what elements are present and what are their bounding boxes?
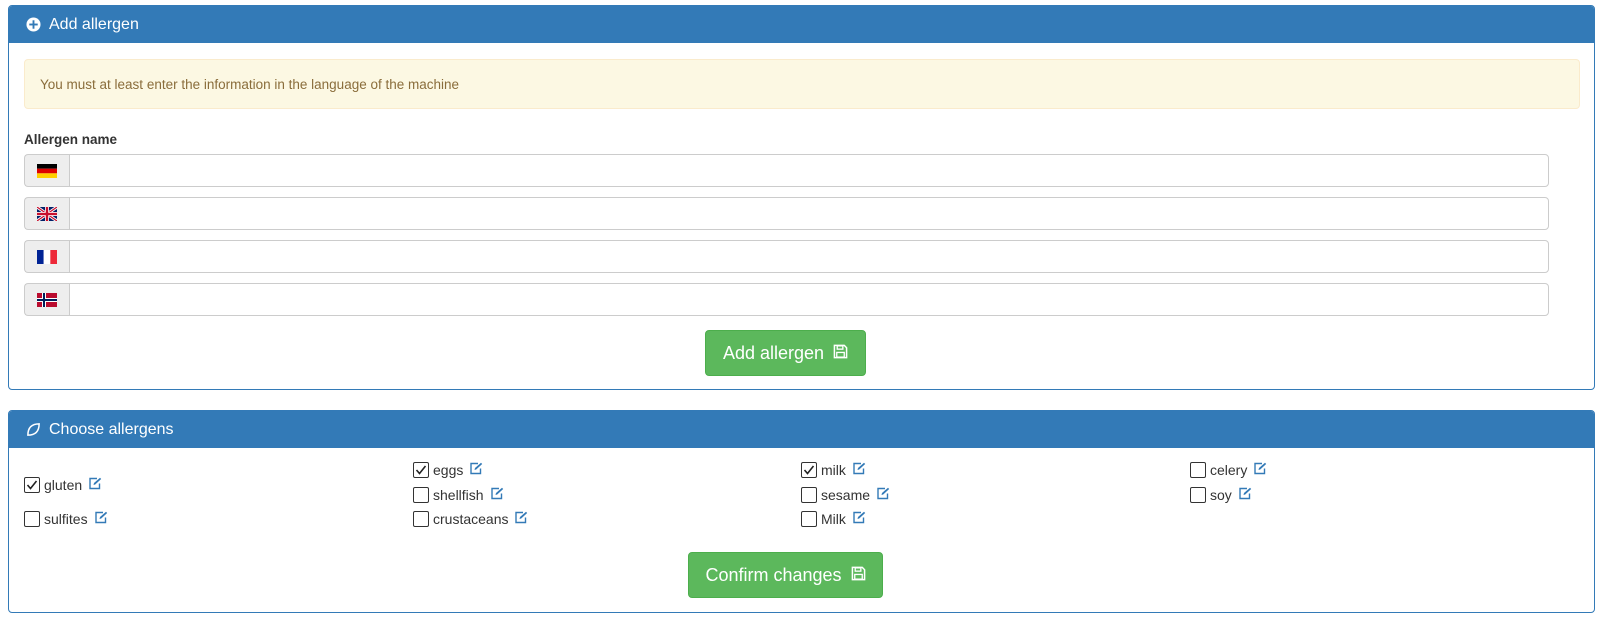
- language-warning-alert: You must at least enter the information …: [24, 59, 1580, 109]
- allergen-checkbox-crustaceans[interactable]: [413, 511, 429, 527]
- edit-icon[interactable]: [469, 462, 483, 478]
- edit-icon[interactable]: [876, 487, 890, 503]
- allergen-label-eggs: eggs: [433, 462, 464, 478]
- allergen-name-fr-group: [24, 240, 1549, 273]
- allergen-name-de-input[interactable]: [69, 154, 1549, 187]
- allergen-name-de-group: [24, 154, 1549, 187]
- allergen-item-sesame[interactable]: sesame: [801, 486, 890, 504]
- leaf-icon: [26, 422, 41, 437]
- add-allergen-button-label: Add allergen: [722, 342, 825, 363]
- allergen-checkbox-sesame[interactable]: [801, 487, 817, 503]
- allergen-item-crustaceans[interactable]: crustaceans: [413, 510, 528, 528]
- allergen-checkbox-milk-2[interactable]: [801, 511, 817, 527]
- alert-text: You must at least enter the information …: [40, 76, 460, 92]
- allergen-label-soy: soy: [1210, 487, 1232, 503]
- germany-flag-icon: [24, 154, 69, 187]
- france-flag-icon: [24, 240, 69, 273]
- allergen-checkbox-sulfites[interactable]: [24, 511, 40, 527]
- allergen-checkbox-gluten[interactable]: [24, 477, 40, 493]
- uk-flag-icon: [24, 197, 69, 230]
- allergen-item-sulfites[interactable]: sulfites: [24, 510, 108, 528]
- norway-flag-icon: [24, 283, 69, 316]
- choose-allergens-title: Choose allergens: [49, 420, 174, 438]
- allergen-checkbox-shellfish[interactable]: [413, 487, 429, 503]
- plus-circle-icon: [26, 17, 41, 32]
- allergen-item-shellfish[interactable]: shellfish: [413, 486, 504, 504]
- edit-icon[interactable]: [1253, 462, 1267, 478]
- allergen-label-milk: milk: [821, 462, 846, 478]
- allergen-item-gluten[interactable]: gluten: [24, 476, 102, 494]
- add-allergen-title: Add allergen: [49, 15, 139, 33]
- edit-icon[interactable]: [514, 511, 528, 527]
- allergen-checkbox-milk[interactable]: [801, 462, 817, 478]
- save-icon: [851, 565, 866, 586]
- edit-icon[interactable]: [1238, 487, 1252, 503]
- confirm-changes-button[interactable]: Confirm changes: [688, 552, 883, 598]
- choose-allergens-heading: Choose allergens: [9, 411, 1594, 448]
- edit-icon[interactable]: [852, 511, 866, 527]
- add-allergen-panel: Add allergen You must at least enter the…: [8, 5, 1595, 390]
- allergen-item-soy[interactable]: soy: [1190, 486, 1252, 504]
- add-allergen-button[interactable]: Add allergen: [705, 330, 866, 376]
- allergen-name-en-group: [24, 197, 1549, 230]
- save-icon: [833, 343, 848, 364]
- allergen-item-celery[interactable]: celery: [1190, 461, 1267, 479]
- allergen-label-gluten: gluten: [44, 477, 83, 493]
- confirm-changes-button-label: Confirm changes: [705, 564, 842, 585]
- edit-icon[interactable]: [94, 511, 108, 527]
- add-allergen-heading: Add allergen: [9, 6, 1594, 43]
- allergen-name-no-input[interactable]: [69, 283, 1549, 316]
- allergen-checkbox-eggs[interactable]: [413, 462, 429, 478]
- allergen-label-crustaceans: crustaceans: [433, 511, 509, 527]
- allergen-label-sesame: sesame: [821, 487, 871, 503]
- choose-allergens-panel: Choose allergens gluten sulfites eggs sh…: [8, 410, 1595, 613]
- allergen-checkbox-soy[interactable]: [1190, 487, 1206, 503]
- allergen-item-milk-2[interactable]: Milk: [801, 510, 866, 528]
- allergen-name-label: Allergen name: [24, 132, 118, 147]
- allergen-label-milk-2: Milk: [821, 511, 846, 527]
- allergen-label-shellfish: shellfish: [433, 487, 484, 503]
- edit-icon[interactable]: [88, 477, 102, 493]
- allergen-name-no-group: [24, 283, 1549, 316]
- edit-icon[interactable]: [490, 487, 504, 503]
- allergen-item-milk[interactable]: milk: [801, 461, 866, 479]
- allergen-name-fr-input[interactable]: [69, 240, 1549, 273]
- edit-icon[interactable]: [852, 462, 866, 478]
- allergen-name-en-input[interactable]: [69, 197, 1549, 230]
- allergen-checkbox-celery[interactable]: [1190, 462, 1206, 478]
- allergen-item-eggs[interactable]: eggs: [413, 461, 483, 479]
- allergen-label-celery: celery: [1210, 462, 1248, 478]
- allergen-label-sulfites: sulfites: [44, 511, 88, 527]
